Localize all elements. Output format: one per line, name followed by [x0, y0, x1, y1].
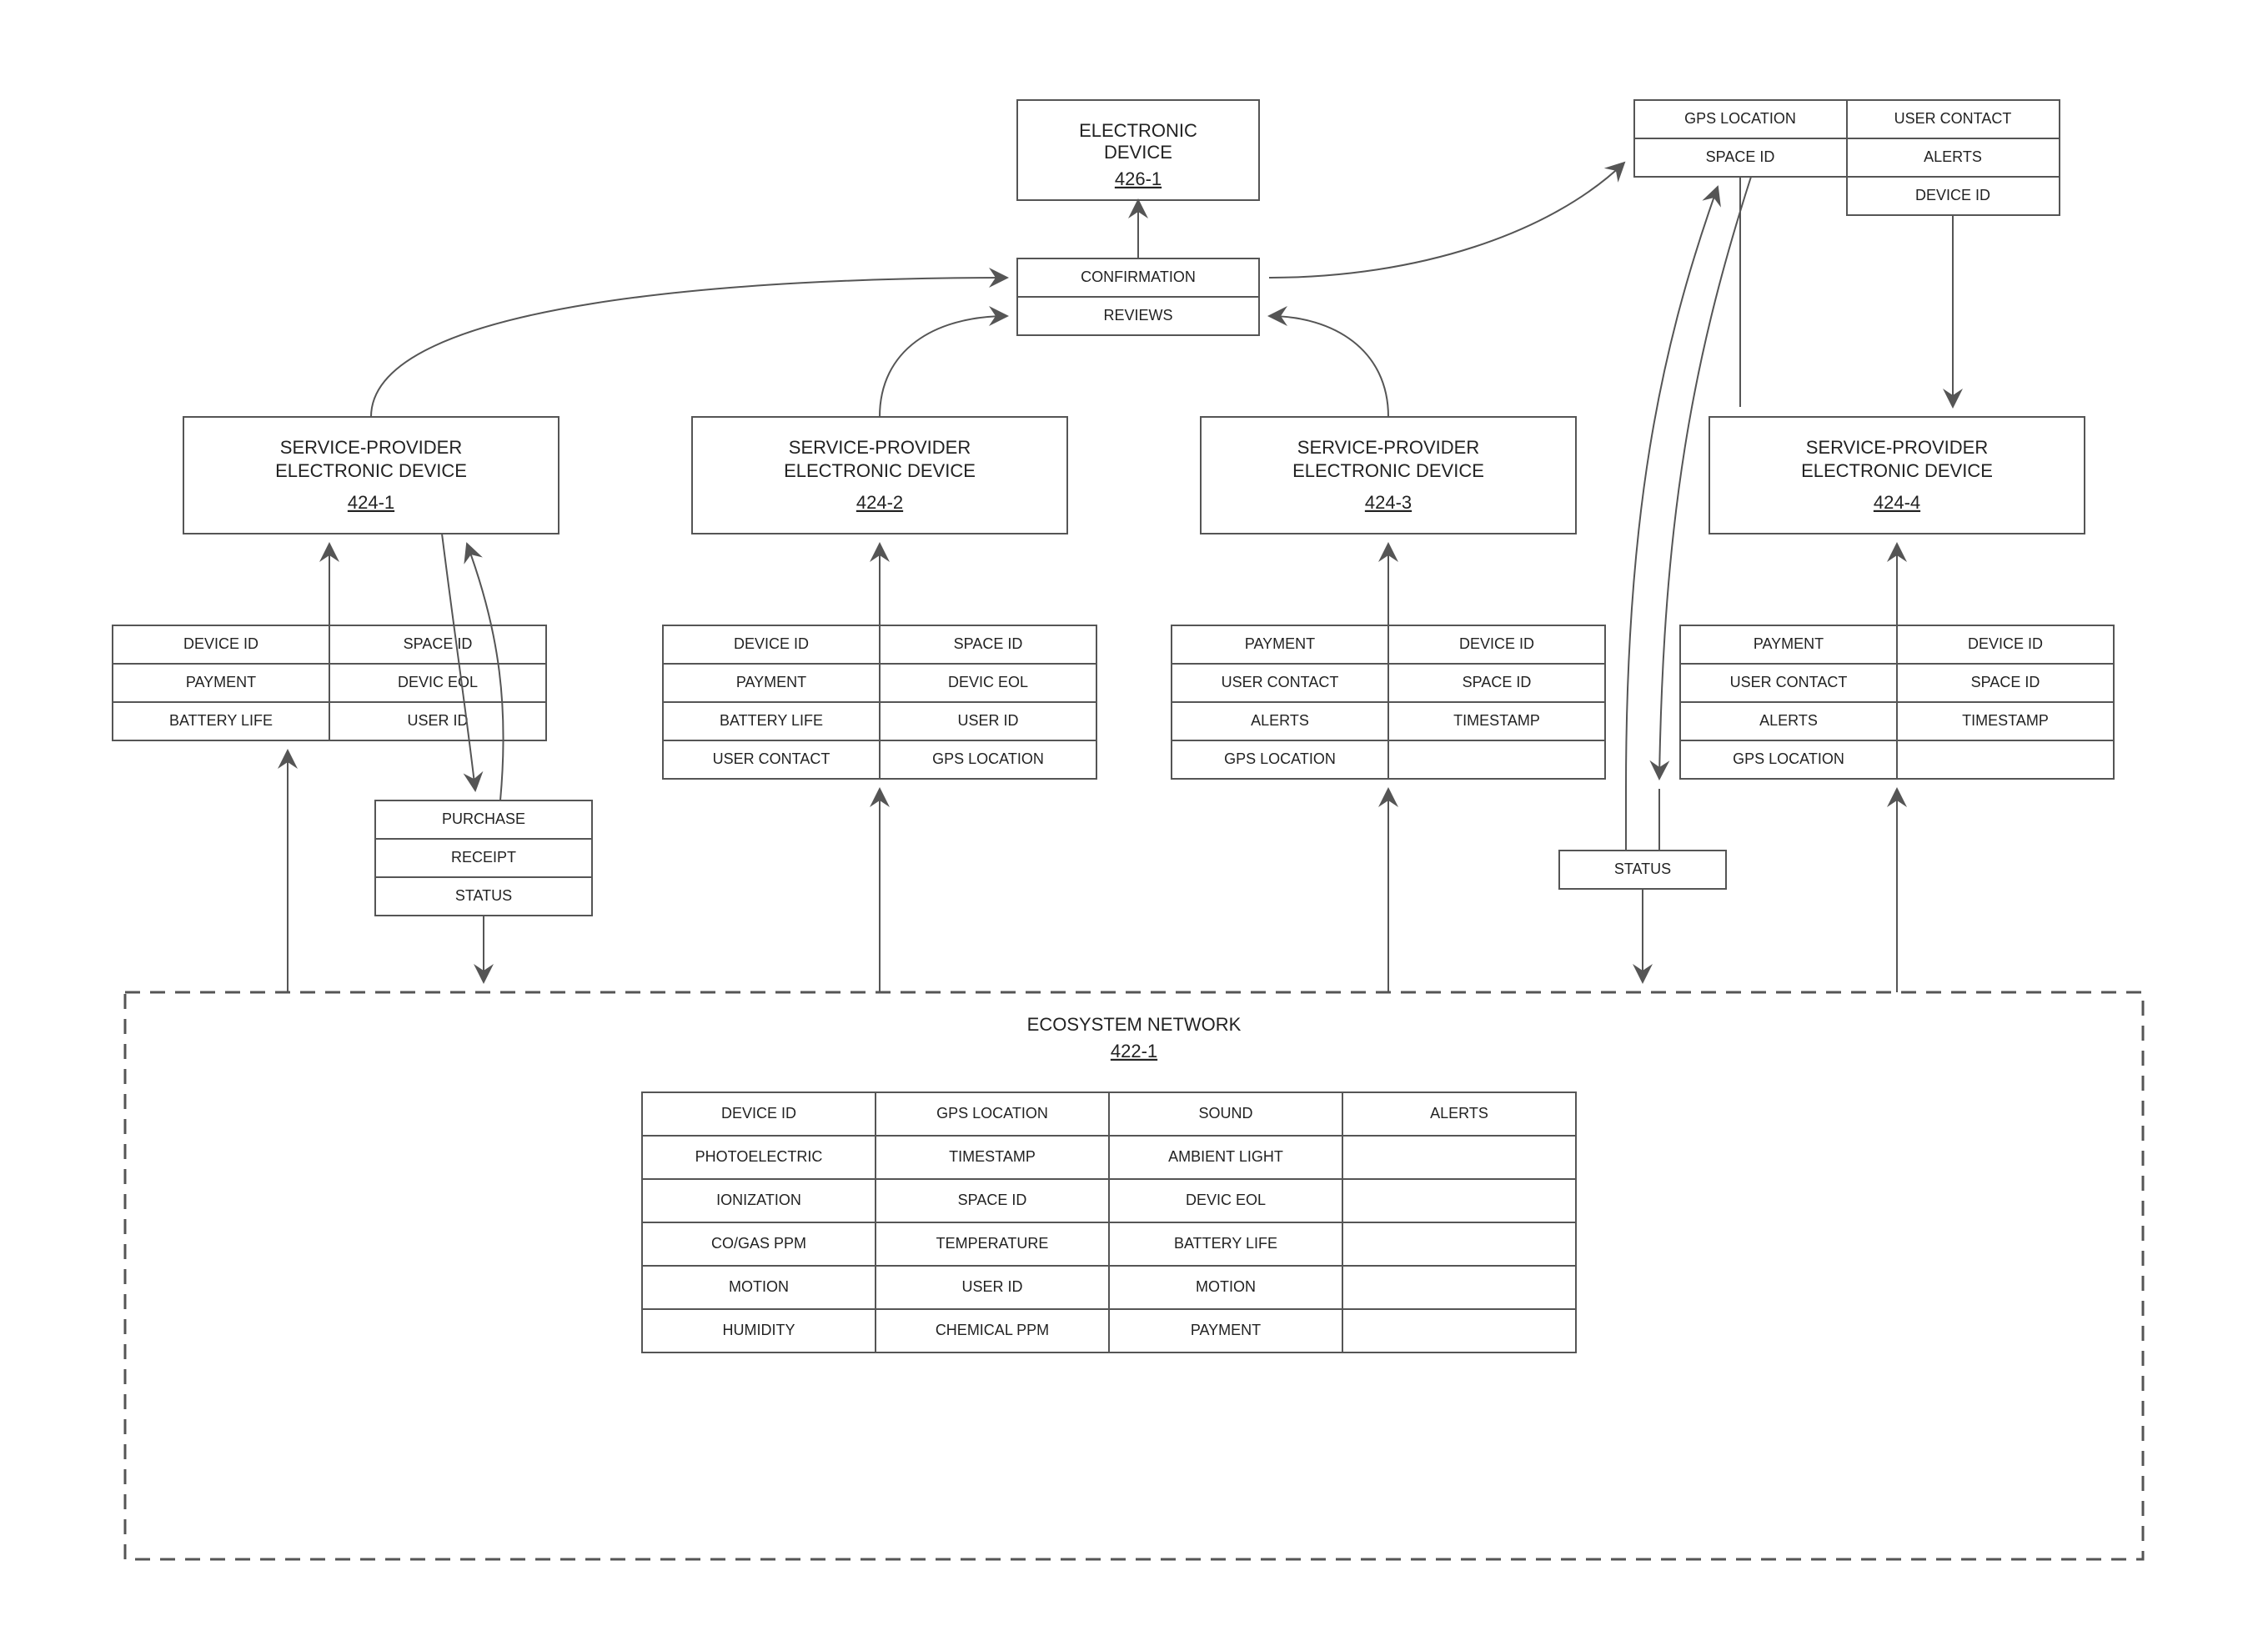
svg-text:SERVICE-PROVIDER: SERVICE-PROVIDER [1806, 437, 1988, 458]
eg-r3c3: DEVIC EOL [1186, 1192, 1266, 1208]
eg-r6c2: CHEMICAL PPM [936, 1322, 1049, 1338]
svg-text:ELECTRONIC DEVICE: ELECTRONIC DEVICE [1292, 460, 1484, 481]
grid-3: PAYMENT DEVICE ID USER CONTACT SPACE ID … [1172, 625, 1605, 779]
g2r4c1: USER CONTACT [713, 750, 830, 767]
g3r1c2: DEVICE ID [1459, 635, 1534, 652]
g2r1c1: DEVICE ID [734, 635, 809, 652]
tr-spaceid: SPACE ID [1706, 148, 1775, 165]
g1r2c2: DEVIC EOL [398, 674, 478, 690]
eg-r2c3: AMBIENT LIGHT [1168, 1148, 1283, 1165]
g4r3c1: ALERTS [1759, 712, 1818, 729]
status-label: STATUS [1614, 861, 1671, 877]
eg-r5c1: MOTION [729, 1278, 789, 1295]
electronic-device-box: ELECTRONIC DEVICE 426-1 [1017, 100, 1259, 200]
arrow-p2-rev [880, 316, 1007, 417]
provider-1: SERVICE-PROVIDER ELECTRONIC DEVICE 424-1 [183, 417, 559, 534]
arrow-conf-to-tr [1269, 163, 1624, 278]
g3r3c1: ALERTS [1251, 712, 1309, 729]
reviews-label: REVIEWS [1103, 307, 1172, 324]
g1r1c2: SPACE ID [404, 635, 473, 652]
svg-text:ELECTRONIC DEVICE: ELECTRONIC DEVICE [1801, 460, 1993, 481]
grid-1: DEVICE ID SPACE ID PAYMENT DEVIC EOL BAT… [113, 625, 546, 740]
confirmation-label: CONFIRMATION [1081, 268, 1196, 285]
provider-3-ref: 424-3 [1365, 492, 1412, 513]
arrow-p3-rev [1269, 316, 1388, 417]
purchase-stack: PURCHASE RECEIPT STATUS [375, 800, 592, 916]
grid-2: DEVICE ID SPACE ID PAYMENT DEVIC EOL BAT… [663, 625, 1096, 779]
g3r2c2: SPACE ID [1463, 674, 1532, 690]
g2r1c2: SPACE ID [954, 635, 1023, 652]
eg-r2c1: PHOTOELECTRIC [695, 1148, 823, 1165]
g4r1c2: DEVICE ID [1968, 635, 2043, 652]
grid-4: PAYMENT DEVICE ID USER CONTACT SPACE ID … [1680, 625, 2114, 779]
tr-deviceid: DEVICE ID [1915, 187, 1990, 203]
stack-purchase: PURCHASE [442, 810, 525, 827]
stack-status: STATUS [455, 887, 512, 904]
provider-2: SERVICE-PROVIDER ELECTRONIC DEVICE 424-2 [692, 417, 1067, 534]
eg-r5c2: USER ID [961, 1278, 1022, 1295]
g3r1c1: PAYMENT [1245, 635, 1315, 652]
eg-r4c3: BATTERY LIFE [1174, 1235, 1277, 1252]
eg-r4c2: TEMPERATURE [936, 1235, 1049, 1252]
arrow-p1-conf [371, 278, 1007, 417]
eg-r5c3: MOTION [1196, 1278, 1256, 1295]
g1r2c1: PAYMENT [186, 674, 256, 690]
provider-3: SERVICE-PROVIDER ELECTRONIC DEVICE 424-3 [1201, 417, 1576, 534]
svg-text:SERVICE-PROVIDER: SERVICE-PROVIDER [280, 437, 462, 458]
provider-4-ref: 424-4 [1874, 492, 1920, 513]
eg-r1c4: ALERTS [1430, 1105, 1488, 1122]
g2r3c1: BATTERY LIFE [720, 712, 823, 729]
provider-4: SERVICE-PROVIDER ELECTRONIC DEVICE 424-4 [1709, 417, 2085, 534]
eg-r4c1: CO/GAS PPM [711, 1235, 806, 1252]
g3r4c1: GPS LOCATION [1224, 750, 1336, 767]
svg-text:ELECTRONIC DEVICE: ELECTRONIC DEVICE [275, 460, 467, 481]
provider-2-ref: 424-2 [856, 492, 903, 513]
ecosystem-ref: 422-1 [1111, 1041, 1157, 1061]
svg-text:SERVICE-PROVIDER: SERVICE-PROVIDER [789, 437, 971, 458]
g4r2c2: SPACE ID [1971, 674, 2040, 690]
g2r4c2: GPS LOCATION [932, 750, 1044, 767]
eg-r3c1: IONIZATION [716, 1192, 801, 1208]
ecosystem-title: ECOSYSTEM NETWORK [1027, 1014, 1242, 1035]
ecosystem-grid: DEVICE ID GPS LOCATION SOUND ALERTS PHOT… [642, 1092, 1576, 1352]
g4r3c2: TIMESTAMP [1962, 712, 2049, 729]
g4r4c1: GPS LOCATION [1733, 750, 1844, 767]
eg-r6c1: HUMIDITY [723, 1322, 795, 1338]
g1r3c2: USER ID [407, 712, 468, 729]
electronic-device-ref: 426-1 [1115, 168, 1162, 189]
electronic-device-title: ELECTRONIC [1079, 120, 1197, 141]
g2r2c2: DEVIC EOL [948, 674, 1028, 690]
g1r3c1: BATTERY LIFE [169, 712, 273, 729]
status-cell: STATUS [1559, 851, 1726, 889]
eg-r6c3: PAYMENT [1191, 1322, 1261, 1338]
g4r1c1: PAYMENT [1754, 635, 1824, 652]
eg-r1c1: DEVICE ID [721, 1105, 796, 1122]
confirmation-reviews: CONFIRMATION REVIEWS [1017, 258, 1259, 335]
provider-1-ref: 424-1 [348, 492, 394, 513]
svg-text:DEVICE: DEVICE [1104, 142, 1172, 163]
g1r1c1: DEVICE ID [183, 635, 258, 652]
svg-text:SERVICE-PROVIDER: SERVICE-PROVIDER [1297, 437, 1479, 458]
g2r2c1: PAYMENT [736, 674, 806, 690]
stack-receipt: RECEIPT [451, 849, 516, 866]
tr-alerts: ALERTS [1924, 148, 1982, 165]
tr-usercontact: USER CONTACT [1894, 110, 2012, 127]
g3r3c2: TIMESTAMP [1453, 712, 1540, 729]
eg-r1c2: GPS LOCATION [936, 1105, 1048, 1122]
top-right-grid: GPS LOCATION USER CONTACT SPACE ID ALERT… [1634, 100, 2060, 215]
g4r2c1: USER CONTACT [1730, 674, 1848, 690]
eg-r2c2: TIMESTAMP [949, 1148, 1036, 1165]
eg-r3c2: SPACE ID [958, 1192, 1027, 1208]
eg-r1c3: SOUND [1198, 1105, 1252, 1122]
svg-text:ELECTRONIC DEVICE: ELECTRONIC DEVICE [784, 460, 976, 481]
tr-gps: GPS LOCATION [1684, 110, 1796, 127]
g2r3c2: USER ID [957, 712, 1018, 729]
g3r2c1: USER CONTACT [1222, 674, 1339, 690]
